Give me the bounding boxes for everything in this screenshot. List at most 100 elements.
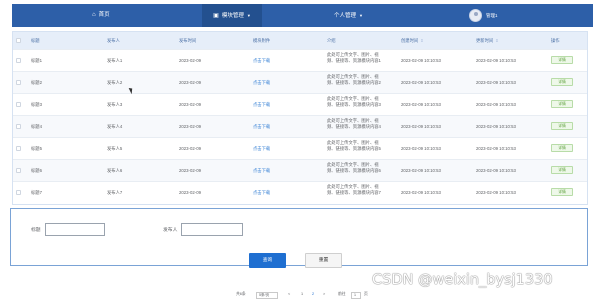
detail-button[interactable]: 详情	[551, 122, 573, 130]
cell-publish-time: 2023-02-09	[179, 146, 201, 151]
goto-label: 前往	[338, 292, 346, 296]
cell-description: 此处可上传文字、图片、视频、链接等、资源模块内容5	[327, 140, 381, 151]
download-link[interactable]: 点击下载	[253, 146, 270, 152]
cell-publish-time: 2023-02-09	[179, 58, 201, 63]
header-description: 介绍	[327, 38, 336, 43]
detail-button[interactable]: 详情	[551, 188, 573, 196]
cell-description: 此处可上传文字、图片、视频、链接等、资源模块内容2	[327, 74, 381, 85]
cell-updated-time: 2023-02-09 10:10:53	[476, 168, 516, 173]
header-created-time[interactable]: 创建时间 ⇕	[401, 38, 424, 44]
prev-page-button[interactable]: <	[288, 292, 290, 300]
download-link[interactable]: 点击下载	[253, 168, 270, 174]
row-checkbox[interactable]	[16, 190, 21, 195]
cell-publish-time: 2023-02-09	[179, 190, 201, 195]
detail-button[interactable]: 详情	[551, 56, 573, 64]
sort-icon: ⇕	[420, 38, 424, 43]
detail-button[interactable]: 详情	[551, 78, 573, 86]
home-icon: ⌂	[92, 12, 96, 18]
download-link[interactable]: 点击下载	[253, 190, 270, 196]
cell-title: 标题3	[31, 102, 42, 107]
nav-personal-label: 个人管理	[334, 13, 357, 19]
title-input[interactable]	[45, 223, 105, 236]
row-checkbox[interactable]	[16, 168, 21, 173]
cell-publish-time: 2023-02-09	[179, 124, 201, 129]
cell-updated-time: 2023-02-09 10:10:53	[476, 58, 516, 63]
cell-title: 标题4	[31, 124, 42, 129]
cell-title: 标题1	[31, 58, 42, 63]
nav-home[interactable]: ⌂ 首页	[92, 4, 110, 27]
cell-updated-time: 2023-02-09 10:10:53	[476, 124, 516, 129]
cell-created-time: 2023-02-09 10:10:53	[401, 58, 441, 63]
publisher-label: 发布人	[163, 228, 178, 233]
header-updated-time[interactable]: 更新时间 ⇕	[476, 38, 499, 44]
cell-title: 标题6	[31, 168, 42, 173]
goto-page-input[interactable]: 1	[351, 292, 361, 299]
detail-button[interactable]: 详情	[551, 144, 573, 152]
next-page-button[interactable]: >	[323, 292, 325, 300]
row-checkbox[interactable]	[16, 146, 21, 151]
header-publish-time: 发布时间	[179, 38, 197, 43]
nav-personal-management[interactable]: 个人管理 ▼	[334, 4, 363, 27]
cell-description: 此处可上传文字、图片、视频、链接等、资源模块内容7	[327, 184, 381, 195]
cell-publish-time: 2023-02-09	[179, 80, 201, 85]
nav-module-management[interactable]: ▣ 模块管理 ▼	[202, 4, 262, 27]
chevron-down-icon: ▼	[246, 13, 251, 18]
query-button[interactable]: 查询	[249, 253, 286, 268]
nav-module-label: 模块管理	[221, 13, 244, 19]
table-row: 标题6 发布人6 2023-02-09 点击下载 此处可上传文字、图片、视频、链…	[13, 159, 587, 181]
cell-publish-time: 2023-02-09	[179, 168, 201, 173]
cell-created-time: 2023-02-09 10:10:53	[401, 124, 441, 129]
header-title: 标题	[31, 38, 40, 43]
table-header: 标题 发布人 发布时间 模块附件 介绍 创建时间 ⇕ 更新时间 ⇕ 操作	[13, 32, 587, 49]
table-row: 标题3 发布人3 2023-02-09 点击下载 此处可上传文字、图片、视频、链…	[13, 93, 587, 115]
table-row: 标题5 发布人5 2023-02-09 点击下载 此处可上传文字、图片、视频、链…	[13, 137, 587, 159]
table-row: 标题7 发布人7 2023-02-09 点击下载 此处可上传文字、图片、视频、链…	[13, 181, 587, 203]
top-nav: ⌂ 首页 ▣ 模块管理 ▼ 个人管理 ▼ 管理1	[12, 4, 593, 27]
detail-button[interactable]: 详情	[551, 100, 573, 108]
cell-updated-time: 2023-02-09 10:10:53	[476, 80, 516, 85]
cell-publisher: 发布人4	[107, 124, 123, 129]
cell-publish-time: 2023-02-09	[179, 102, 201, 107]
cell-publisher: 发布人3	[107, 102, 123, 107]
table-row: 标题2 发布人2 2023-02-09 点击下载 此处可上传文字、图片、视频、链…	[13, 71, 587, 93]
download-link[interactable]: 点击下载	[253, 58, 270, 64]
download-link[interactable]: 点击下载	[253, 102, 270, 108]
cell-title: 标题5	[31, 146, 42, 151]
user-name[interactable]: 管理1	[486, 4, 498, 27]
download-link[interactable]: 点击下载	[253, 124, 270, 130]
nav-home-label: 首页	[98, 12, 110, 18]
cell-title: 标题2	[31, 80, 42, 85]
row-checkbox[interactable]	[16, 58, 21, 63]
detail-button[interactable]: 详情	[551, 166, 573, 174]
row-checkbox[interactable]	[16, 124, 21, 129]
cell-description: 此处可上传文字、图片、视频、链接等、资源模块内容1	[327, 52, 381, 63]
watermark: CSDN @weixin_bysj1330	[372, 272, 553, 288]
row-checkbox[interactable]	[16, 80, 21, 85]
cell-title: 标题7	[31, 190, 42, 195]
page-number-active[interactable]: 2	[312, 292, 314, 300]
row-checkbox[interactable]	[16, 102, 21, 107]
cell-description: 此处可上传文字、图片、视频、链接等、资源模块内容4	[327, 118, 381, 129]
cell-description: 此处可上传文字、图片、视频、链接等、资源模块内容3	[327, 96, 381, 107]
search-form: 标题 发布人 查询 重置	[10, 208, 588, 268]
reset-button[interactable]: 重置	[305, 253, 342, 268]
download-link[interactable]: 点击下载	[253, 80, 270, 86]
cell-publisher: 发布人7	[107, 190, 123, 195]
select-all-checkbox[interactable]	[16, 38, 21, 43]
cell-created-time: 2023-02-09 10:10:53	[401, 80, 441, 85]
goto-suffix: 页	[364, 292, 368, 296]
cell-publisher: 发布人5	[107, 146, 123, 151]
page-number[interactable]: 1	[301, 292, 303, 300]
page-size-select[interactable]: 5条/页	[256, 292, 278, 299]
cell-publisher: 发布人2	[107, 80, 123, 85]
avatar[interactable]	[469, 9, 482, 22]
header-action: 操作	[551, 38, 560, 43]
cell-description: 此处可上传文字、图片、视频、链接等、资源模块内容6	[327, 162, 381, 173]
cell-updated-time: 2023-02-09 10:10:53	[476, 102, 516, 107]
cell-updated-time: 2023-02-09 10:10:53	[476, 190, 516, 195]
publisher-input[interactable]	[181, 223, 243, 236]
chevron-down-icon: ▼	[359, 13, 363, 18]
cell-publisher: 发布人1	[107, 58, 123, 63]
table-row: 标题1 发布人1 2023-02-09 点击下载 此处可上传文字、图片、视频、链…	[13, 49, 587, 71]
cell-created-time: 2023-02-09 10:10:53	[401, 190, 441, 195]
